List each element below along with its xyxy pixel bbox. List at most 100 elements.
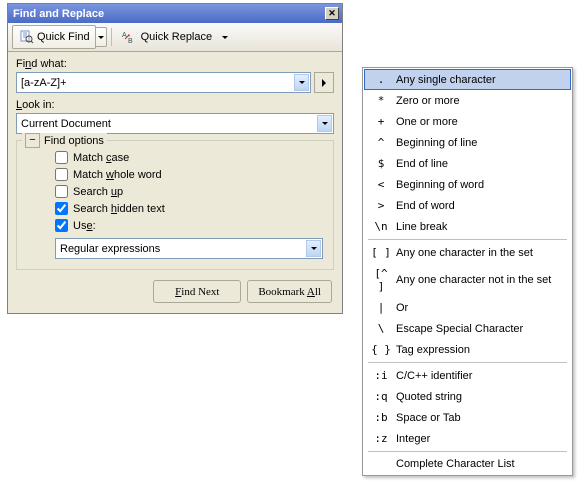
regex-context-menu: .Any single character*Zero or more+One o… xyxy=(362,67,573,476)
menu-item-label: Beginning of word xyxy=(396,179,563,191)
use-checkbox[interactable] xyxy=(55,219,68,232)
menu-item-label: Escape Special Character xyxy=(396,323,563,335)
menu-item-symbol: [^ ] xyxy=(368,267,394,293)
menu-item-symbol: + xyxy=(368,115,394,128)
menu-item[interactable]: { }Tag expression xyxy=(364,339,571,360)
menu-item-symbol: . xyxy=(368,73,394,86)
expression-builder-button[interactable] xyxy=(314,72,334,93)
toolbar-separator xyxy=(111,28,112,46)
look-in-combo[interactable]: Current Document xyxy=(16,113,334,134)
quick-find-button[interactable]: Quick Find xyxy=(12,25,96,49)
menu-item-label: Space or Tab xyxy=(396,412,563,424)
menu-item[interactable]: .Any single character xyxy=(364,69,571,90)
find-next-button[interactable]: Find Next xyxy=(153,280,241,303)
menu-item-label: Or xyxy=(396,302,563,314)
use-row[interactable]: Use: xyxy=(27,217,323,234)
menu-item[interactable]: :qQuoted string xyxy=(364,386,571,407)
menu-separator xyxy=(368,239,567,240)
menu-item[interactable]: [^ ]Any one character not in the set xyxy=(364,263,571,297)
menu-item[interactable]: >End of word xyxy=(364,195,571,216)
menu-item[interactable]: ^Beginning of line xyxy=(364,132,571,153)
menu-item[interactable]: |Or xyxy=(364,297,571,318)
use-combo[interactable]: Regular expressions xyxy=(55,238,323,259)
menu-item-symbol: ^ xyxy=(368,136,394,149)
title-text: Find and Replace xyxy=(13,8,104,20)
menu-separator xyxy=(368,451,567,452)
menu-item-symbol: \n xyxy=(368,220,394,233)
menu-item[interactable]: \nLine break xyxy=(364,216,571,237)
look-in-value: Current Document xyxy=(17,118,316,130)
bookmark-all-button[interactable]: Bookmark All xyxy=(247,280,332,303)
menu-item-label: Complete Character List xyxy=(396,458,563,470)
menu-item-label: One or more xyxy=(396,116,563,128)
quick-replace-label: Quick Replace xyxy=(141,31,213,43)
menu-item-symbol: < xyxy=(368,178,394,191)
menu-item-symbol: :b xyxy=(368,411,394,424)
menu-item-symbol: > xyxy=(368,199,394,212)
look-in-dropdown[interactable] xyxy=(317,115,332,132)
search-hidden-row[interactable]: Search hidden text xyxy=(27,200,323,217)
toolbar: Quick Find AB Quick Replace xyxy=(8,23,342,52)
menu-item-label: Any single character xyxy=(396,74,563,86)
menu-item[interactable]: *Zero or more xyxy=(364,90,571,111)
menu-item-symbol: \ xyxy=(368,322,394,335)
menu-item-label: Any one character in the set xyxy=(396,247,563,259)
menu-item[interactable]: <Beginning of word xyxy=(364,174,571,195)
menu-item-label: Beginning of line xyxy=(396,137,563,149)
match-whole-row[interactable]: Match whole word xyxy=(27,166,323,183)
close-button[interactable]: ✕ xyxy=(325,7,339,20)
menu-item-symbol: :z xyxy=(368,432,394,445)
find-replace-dialog: Find and Replace ✕ Quick Find AB Quick R… xyxy=(7,3,343,314)
quick-find-dropdown[interactable] xyxy=(96,27,107,47)
search-hidden-label: Search hidden text xyxy=(73,203,165,215)
match-whole-checkbox[interactable] xyxy=(55,168,68,181)
menu-item-label: End of line xyxy=(396,158,563,170)
menu-item[interactable]: \Escape Special Character xyxy=(364,318,571,339)
menu-item-label: Line break xyxy=(396,221,563,233)
menu-item[interactable]: [ ]Any one character in the set xyxy=(364,242,571,263)
menu-item[interactable]: :bSpace or Tab xyxy=(364,407,571,428)
look-in-label: Look in: xyxy=(16,99,334,111)
search-hidden-checkbox[interactable] xyxy=(55,202,68,215)
use-label: Use: xyxy=(73,220,96,232)
use-dropdown[interactable] xyxy=(306,240,321,257)
menu-item[interactable]: $End of line xyxy=(364,153,571,174)
menu-item[interactable]: +One or more xyxy=(364,111,571,132)
find-what-label: Find what: xyxy=(16,58,334,70)
match-whole-label: Match whole word xyxy=(73,169,162,181)
find-what-combo[interactable] xyxy=(16,72,311,93)
menu-item-label: Tag expression xyxy=(396,344,563,356)
menu-item-label: Any one character not in the set xyxy=(396,274,563,286)
menu-item-label: Zero or more xyxy=(396,95,563,107)
collapse-options-button[interactable]: − xyxy=(25,133,40,148)
search-up-row[interactable]: Search up xyxy=(27,183,323,200)
match-case-row[interactable]: Match case xyxy=(27,149,323,166)
search-up-label: Search up xyxy=(73,186,123,198)
use-value: Regular expressions xyxy=(56,243,305,255)
match-case-checkbox[interactable] xyxy=(55,151,68,164)
search-up-checkbox[interactable] xyxy=(55,185,68,198)
titlebar[interactable]: Find and Replace ✕ xyxy=(8,4,342,23)
menu-separator xyxy=(368,362,567,363)
replace-icon: AB xyxy=(122,29,138,45)
menu-item-label: End of word xyxy=(396,200,563,212)
find-what-input[interactable] xyxy=(17,74,293,91)
menu-item[interactable]: :iC/C++ identifier xyxy=(364,365,571,386)
menu-item-symbol: [ ] xyxy=(368,246,394,259)
menu-item-symbol: :i xyxy=(368,369,394,382)
menu-item-symbol: { } xyxy=(368,343,394,356)
svg-text:B: B xyxy=(128,38,133,45)
quick-replace-dropdown[interactable] xyxy=(222,36,228,39)
menu-item-label: C/C++ identifier xyxy=(396,370,563,382)
quick-replace-button[interactable]: AB Quick Replace xyxy=(116,25,219,49)
match-case-label: Match case xyxy=(73,152,129,164)
menu-item-label: Quoted string xyxy=(396,391,563,403)
quick-find-label: Quick Find xyxy=(37,31,90,43)
menu-item[interactable]: Complete Character List xyxy=(364,454,571,474)
menu-item-symbol: | xyxy=(368,301,394,314)
menu-item-label: Integer xyxy=(396,433,563,445)
find-what-dropdown[interactable] xyxy=(294,74,309,91)
find-options-fieldset: − Find options Match case Match whole wo… xyxy=(16,140,334,270)
menu-item[interactable]: :zInteger xyxy=(364,428,571,449)
find-icon xyxy=(18,29,34,45)
